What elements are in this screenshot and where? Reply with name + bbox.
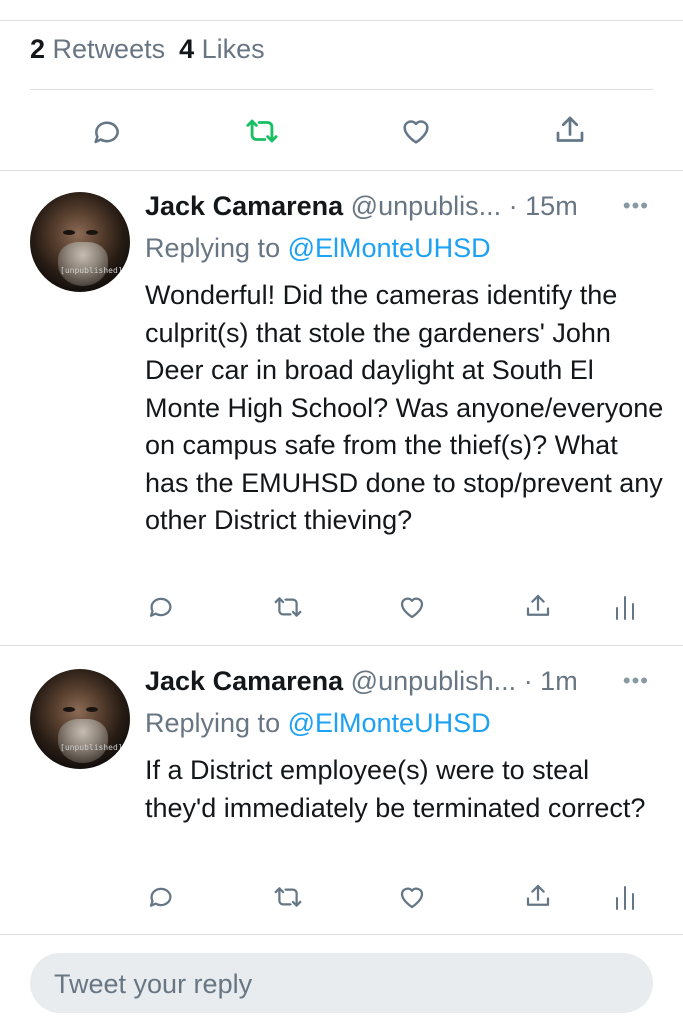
tweet-text: Wonderful! Did the cameras identify the … xyxy=(145,280,664,535)
heart-icon[interactable] xyxy=(397,882,427,912)
heart-icon[interactable] xyxy=(398,114,434,148)
likes-stat[interactable]: 4 Likes xyxy=(179,34,265,64)
heart-icon[interactable] xyxy=(397,592,427,622)
replying-to: Replying to @ElMonteUHSD xyxy=(145,708,491,738)
avatar-eye xyxy=(63,230,75,235)
reply-icon[interactable] xyxy=(90,115,124,149)
author-name[interactable]: Jack Camarena xyxy=(145,191,343,221)
divider xyxy=(0,934,683,935)
avatar-eye xyxy=(86,707,98,712)
retweet-icon[interactable] xyxy=(272,882,304,912)
author-handle[interactable]: @unpublish... xyxy=(351,666,517,696)
analytics-icon[interactable] xyxy=(614,594,636,620)
retweet-icon[interactable] xyxy=(243,114,281,148)
avatar-eye xyxy=(86,230,98,235)
retweets-stat[interactable]: 2 Retweets xyxy=(30,34,165,64)
avatar[interactable]: [unpublished] xyxy=(30,669,130,769)
more-icon[interactable]: ••• xyxy=(623,668,649,694)
avatar-watermark: [unpublished] xyxy=(60,743,123,752)
analytics-icon[interactable] xyxy=(614,884,636,910)
tweet-header: Jack Camarena @unpublis... · 15m xyxy=(145,191,578,222)
avatar-beard xyxy=(58,719,108,763)
avatar-watermark: [unpublished] xyxy=(60,266,123,275)
replying-to-link[interactable]: @ElMonteUHSD xyxy=(288,233,491,263)
share-icon[interactable] xyxy=(523,880,553,912)
tweet-time: · 15m xyxy=(508,191,578,221)
reply-composer[interactable] xyxy=(30,953,653,1013)
reply-input[interactable] xyxy=(52,965,636,1003)
avatar-eye xyxy=(63,707,75,712)
author-handle[interactable]: @unpublis... xyxy=(351,191,502,221)
more-icon[interactable]: ••• xyxy=(623,193,649,219)
engagement-stats: 2 Retweets 4 Likes xyxy=(30,34,265,65)
author-name[interactable]: Jack Camarena xyxy=(145,666,343,696)
retweet-icon[interactable] xyxy=(272,592,304,622)
reply-tweet[interactable]: [unpublished] Jack Camarena @unpublish..… xyxy=(0,646,683,934)
reply-icon[interactable] xyxy=(146,882,176,912)
divider xyxy=(0,20,683,21)
reply-icon[interactable] xyxy=(146,592,176,622)
replying-to-link[interactable]: @ElMonteUHSD xyxy=(288,708,491,738)
tweet-text: If a District employee(s) were to steal … xyxy=(145,755,646,823)
divider xyxy=(30,89,653,90)
reply-tweet[interactable]: [unpublished] Jack Camarena @unpublis...… xyxy=(0,171,683,645)
share-icon[interactable] xyxy=(552,112,588,148)
tweet-time: · 1m xyxy=(523,666,578,696)
share-icon[interactable] xyxy=(523,590,553,622)
replying-to: Replying to @ElMonteUHSD xyxy=(145,233,491,263)
avatar-beard xyxy=(58,242,108,286)
avatar[interactable]: [unpublished] xyxy=(30,192,130,292)
tweet-header: Jack Camarena @unpublish... · 1m xyxy=(145,666,578,697)
